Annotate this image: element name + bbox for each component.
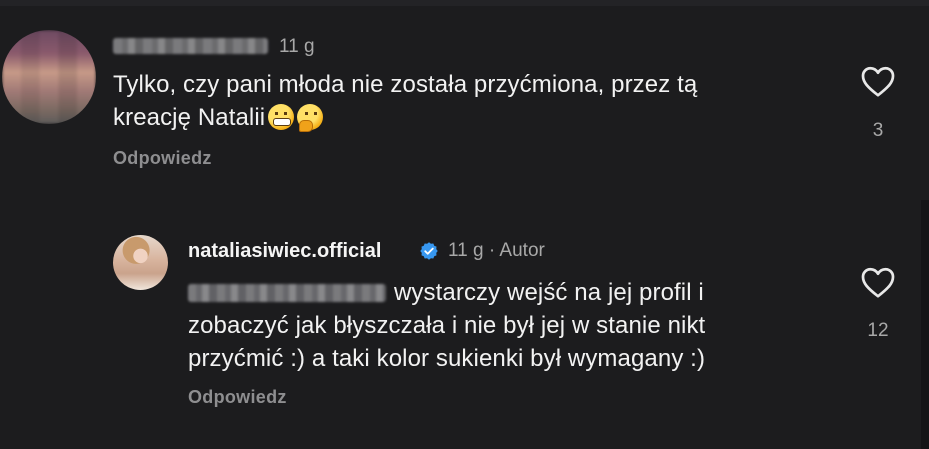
author-name-redacted[interactable] — [113, 38, 268, 54]
heart-outline-icon — [861, 267, 895, 298]
author-username[interactable]: nataliasiwiec.official — [188, 240, 381, 263]
avatar-redacted-image — [2, 30, 96, 124]
heart-outline-icon — [861, 66, 895, 97]
avatar[interactable] — [2, 30, 96, 124]
comment-timestamp: 11 g — [448, 240, 484, 261]
verified-badge-icon — [420, 242, 438, 260]
meta-separator: · — [488, 240, 496, 261]
author-avatar[interactable] — [113, 235, 168, 290]
comment-text-line-1: Tylko, czy pani młoda nie została przyćm… — [113, 71, 698, 98]
comment-meta: 11 g · Autor — [448, 240, 545, 262]
comment-timestamp: 11 g — [279, 36, 315, 57]
top-edge — [0, 0, 929, 6]
reply-button[interactable]: Odpowiedz — [113, 148, 212, 169]
author-badge: Autor — [499, 240, 545, 261]
comment-text: wystarczy wejść na jej profil i zobaczyć… — [188, 276, 848, 375]
comment-text-line-2: zobaczyć jak błyszczała i nie był jej w … — [188, 312, 706, 339]
like-button[interactable] — [858, 265, 898, 304]
author-avatar-image — [113, 235, 168, 290]
like-count: 12 — [867, 320, 889, 341]
like-count: 3 — [872, 120, 884, 141]
grimacing-face-icon — [268, 104, 295, 130]
like-button[interactable] — [858, 64, 898, 103]
comment-text-line-2: kreację Natalii — [113, 104, 266, 131]
scrollbar-track[interactable] — [921, 200, 929, 449]
thinking-face-icon — [297, 104, 324, 132]
comment-text: Tylko, czy pani młoda nie została przyćm… — [113, 68, 833, 134]
reply-button[interactable]: Odpowiedz — [188, 387, 287, 408]
mention-redacted[interactable] — [188, 284, 386, 302]
comment-text-line-3: przyćmić :) a taki kolor sukienki był wy… — [188, 345, 706, 372]
comment-text-line-1: wystarczy wejść na jej profil i — [394, 279, 704, 306]
